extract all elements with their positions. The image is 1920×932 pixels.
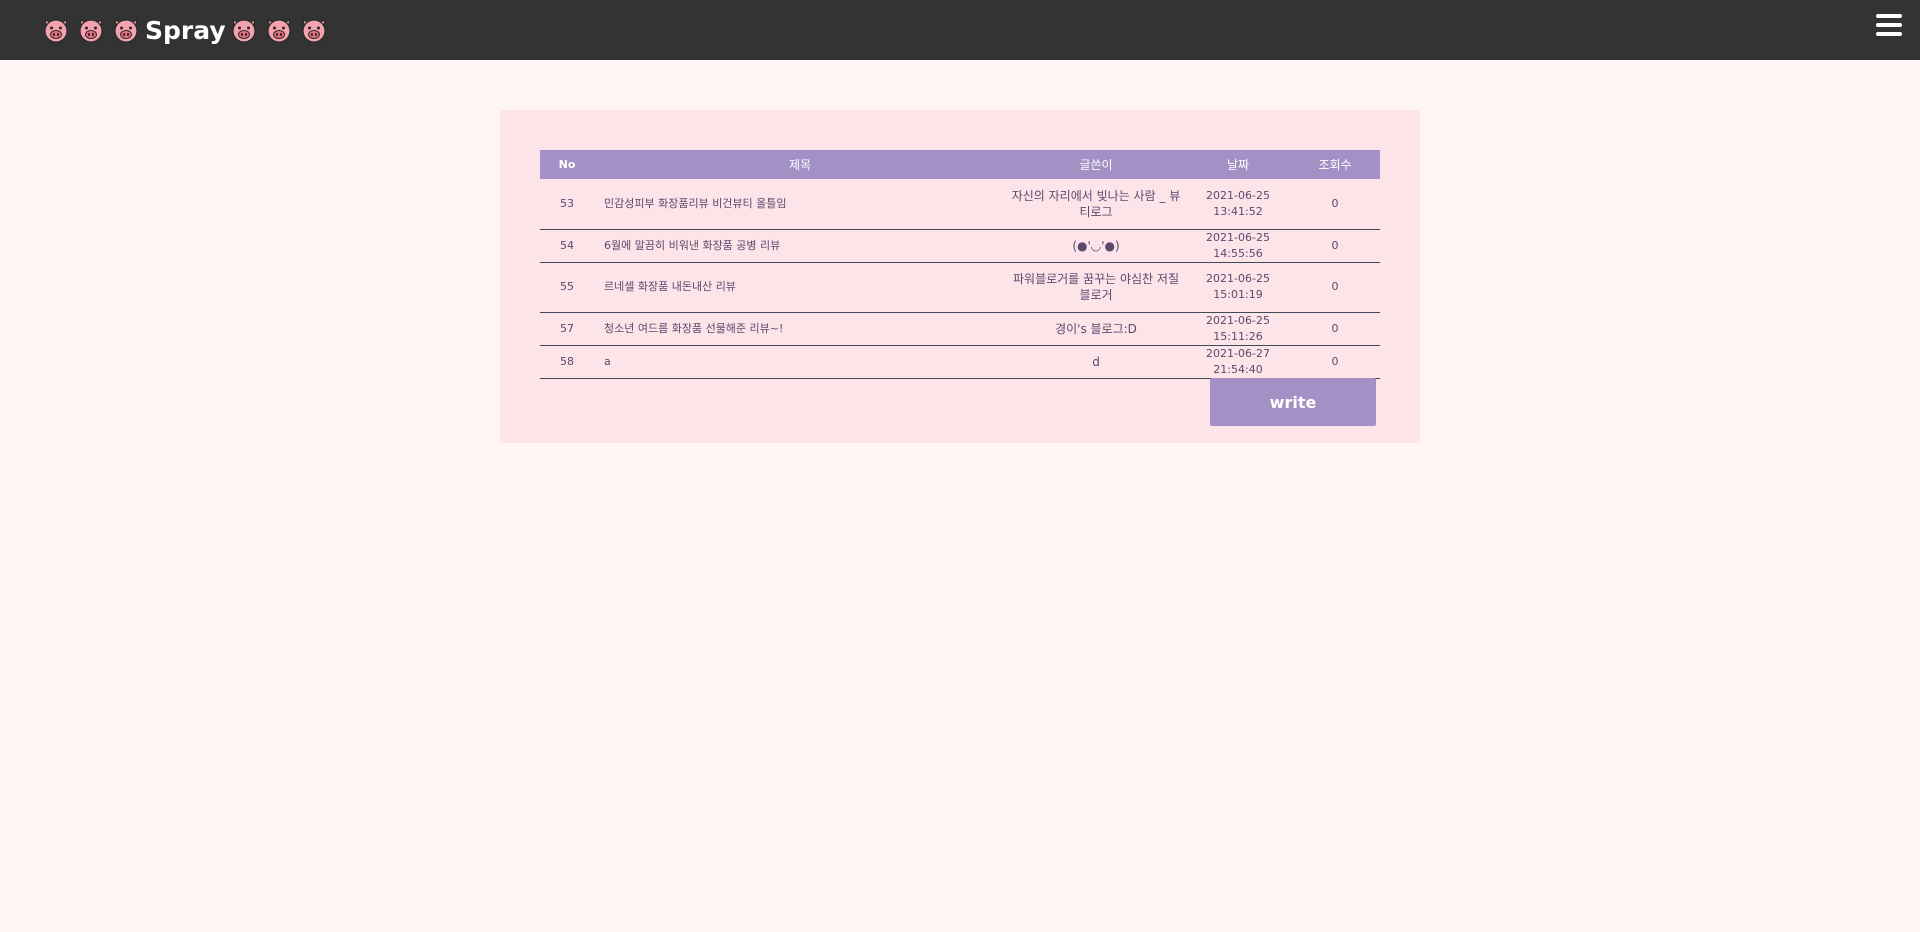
row-no: 54 [540, 229, 594, 263]
column-header-title: 제목 [788, 158, 812, 172]
row-date: 2021-06-27 21:54:40 [1186, 345, 1290, 379]
pig-face-icon [266, 18, 291, 43]
row-no: 55 [540, 262, 594, 313]
row-views: 0 [1290, 345, 1380, 379]
row-date: 2021-06-25 15:11:26 [1186, 312, 1290, 346]
pig-icons-left [41, 15, 146, 45]
row-date: 2021-06-25 15:01:19 [1186, 262, 1290, 313]
row-author: 파워블로거를 꿈꾸는 야심찬 저질블로거 [1006, 262, 1186, 313]
pig-face-icon [44, 18, 68, 43]
row-no: 58 [540, 345, 594, 379]
brand-logo[interactable]: Spray [41, 12, 334, 48]
row-date: 2021-06-25 13:41:52 [1186, 179, 1290, 230]
brand-name: Spray [145, 15, 226, 45]
row-title-link[interactable]: 6월에 말끔히 비워낸 화장품 공병 리뷰 [594, 229, 1006, 263]
table-row[interactable]: 54 6월에 말끔히 비워낸 화장품 공병 리뷰 (●'◡'●) 2021-06… [540, 229, 1380, 263]
row-date: 2021-06-25 14:55:56 [1186, 229, 1290, 263]
row-no: 57 [540, 312, 594, 346]
pig-icons-right [229, 15, 334, 45]
pig-face-icon [79, 18, 103, 43]
table-row[interactable]: 53 민감성피부 화장품리뷰 비건뷰티 올틀임 자신의 자리에서 빛나는 사람 … [540, 179, 1380, 230]
table-row[interactable]: 57 청소년 여드름 화장품 선물해준 리뷰~! 경이's 블로그:D 2021… [540, 312, 1380, 346]
table-header-row: No 제목 글쓴이 날짜 조회수 [540, 150, 1380, 179]
row-no: 53 [540, 179, 594, 230]
row-title-link[interactable]: a [594, 345, 1006, 379]
row-author: 자신의 자리에서 빛나는 사람 _ 뷰티로그 [1006, 179, 1186, 230]
row-views: 0 [1290, 262, 1380, 313]
column-header-views: 조회수 [1318, 158, 1352, 172]
row-author: d [1006, 345, 1186, 379]
board-panel: No 제목 글쓴이 날짜 조회수 53 민감성피부 화장품리뷰 비건뷰티 올틀임… [500, 110, 1420, 443]
row-author: (●'◡'●) [1006, 229, 1186, 263]
column-header-no: No [558, 158, 576, 171]
column-header-date: 날짜 [1226, 158, 1250, 172]
row-title-link[interactable]: 청소년 여드름 화장품 선물해준 리뷰~! [594, 312, 1006, 346]
write-button[interactable]: write [1210, 378, 1376, 426]
table-row[interactable]: 55 르네셀 화장품 내돈내산 리뷰 파워블로거를 꿈꾸는 야심찬 저질블로거 … [540, 262, 1380, 313]
top-navbar: Spray [0, 0, 1920, 60]
row-views: 0 [1290, 312, 1380, 346]
column-header-author: 글쓴이 [1079, 158, 1113, 172]
hamburger-menu-icon[interactable] [1876, 14, 1902, 36]
row-title-link[interactable]: 민감성피부 화장품리뷰 비건뷰티 올틀임 [594, 179, 1006, 230]
pig-face-icon [231, 18, 256, 43]
row-views: 0 [1290, 179, 1380, 230]
row-views: 0 [1290, 229, 1380, 263]
row-title-link[interactable]: 르네셀 화장품 내돈내산 리뷰 [594, 262, 1006, 313]
board-table: No 제목 글쓴이 날짜 조회수 53 민감성피부 화장품리뷰 비건뷰티 올틀임… [540, 150, 1380, 379]
row-author: 경이's 블로그:D [1006, 312, 1186, 346]
pig-face-icon [114, 18, 138, 43]
pig-face-icon [301, 18, 326, 43]
table-row[interactable]: 58 a d 2021-06-27 21:54:40 0 [540, 345, 1380, 379]
